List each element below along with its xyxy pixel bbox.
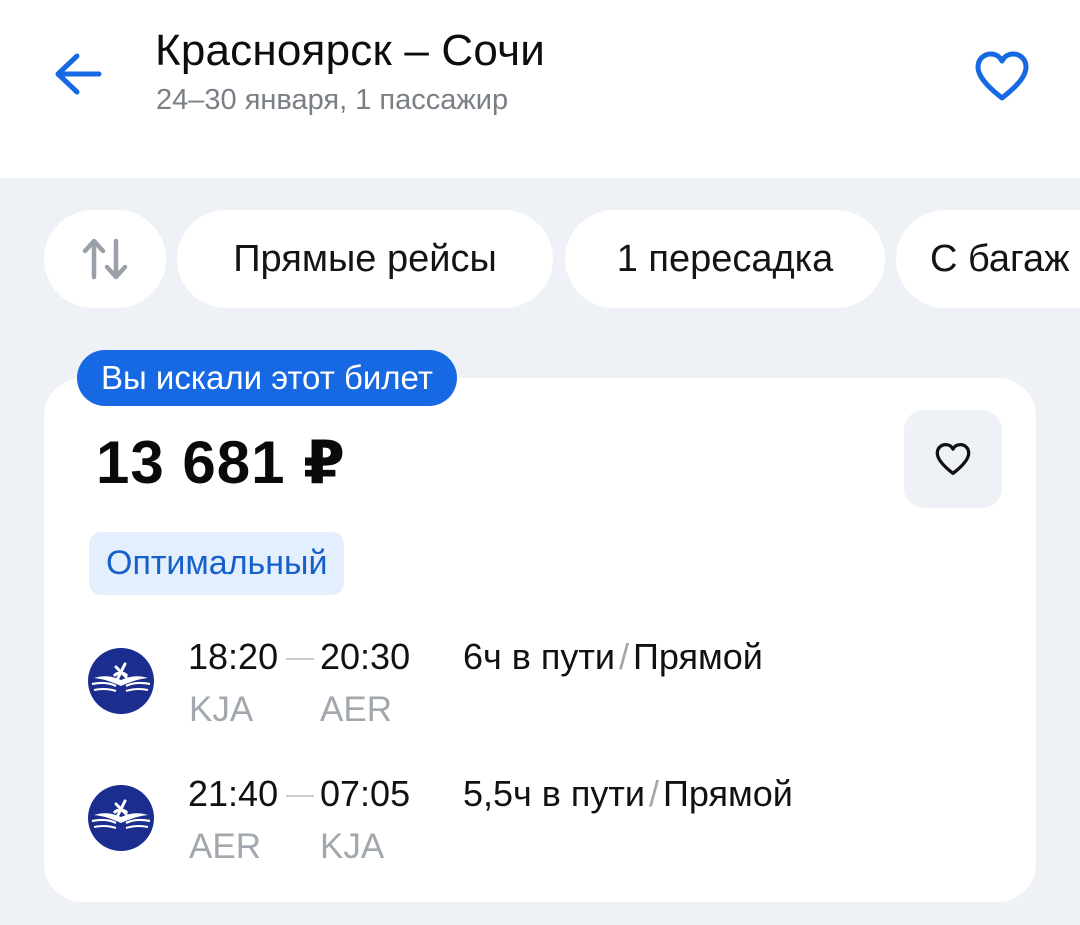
favorite-button[interactable] xyxy=(968,42,1036,110)
heart-icon xyxy=(935,442,971,476)
arrival-airport: KJA xyxy=(320,827,385,866)
page-subtitle: 24–30 января, 1 пассажир xyxy=(156,84,509,116)
flight-type: Прямой xyxy=(663,773,793,814)
arrival-time: 20:30 xyxy=(320,636,411,677)
filter-chip-one-stop[interactable]: 1 пересадка xyxy=(565,210,885,308)
info-separator: / xyxy=(649,773,660,814)
back-button[interactable] xyxy=(46,42,110,106)
departure-airport: AER xyxy=(189,827,261,866)
ticket-price: 13 681 ₽ xyxy=(96,429,346,496)
back-arrow-icon xyxy=(55,53,102,95)
time-divider xyxy=(286,795,314,797)
flight-duration: 6ч в пути xyxy=(463,636,615,677)
sort-arrows-icon xyxy=(82,238,128,280)
airline-logo-icon xyxy=(88,648,154,714)
flight-info: 6ч в пути / Прямой xyxy=(463,636,763,678)
departure-time: 21:40 xyxy=(188,773,279,814)
optimal-tag: Оптимальный xyxy=(89,532,345,595)
flight-type: Прямой xyxy=(633,636,763,677)
flight-segment-outbound: 18:20 20:30 KJA AER 6ч в пути / Прямой xyxy=(0,630,1080,740)
sort-button[interactable] xyxy=(44,210,166,308)
airline-logo-icon xyxy=(88,785,154,851)
flight-duration: 5,5ч в пути xyxy=(463,773,646,814)
info-separator: / xyxy=(619,636,630,677)
page-title: Красноярск – Сочи xyxy=(155,26,545,75)
searched-ticket-badge: Вы искали этот билет xyxy=(77,350,457,406)
departure-airport: KJA xyxy=(189,690,254,729)
filter-chip-baggage[interactable]: С багаж xyxy=(896,210,1080,308)
arrival-time: 07:05 xyxy=(320,773,411,814)
arrival-airport: AER xyxy=(320,690,392,729)
departure-time: 18:20 xyxy=(188,636,279,677)
heart-icon xyxy=(975,51,1029,101)
filter-chip-direct[interactable]: Прямые рейсы xyxy=(177,210,553,308)
ticket-favorite-button[interactable] xyxy=(904,410,1002,508)
time-divider xyxy=(286,658,314,660)
filter-chips: Прямые рейсы 1 пересадка С багаж xyxy=(0,210,1080,310)
flight-segment-return: 21:40 07:05 AER KJA 5,5ч в пути / Прямой xyxy=(0,767,1080,877)
top-bar: Красноярск – Сочи 24–30 января, 1 пассаж… xyxy=(0,0,1080,178)
flight-info: 5,5ч в пути / Прямой xyxy=(463,773,793,815)
